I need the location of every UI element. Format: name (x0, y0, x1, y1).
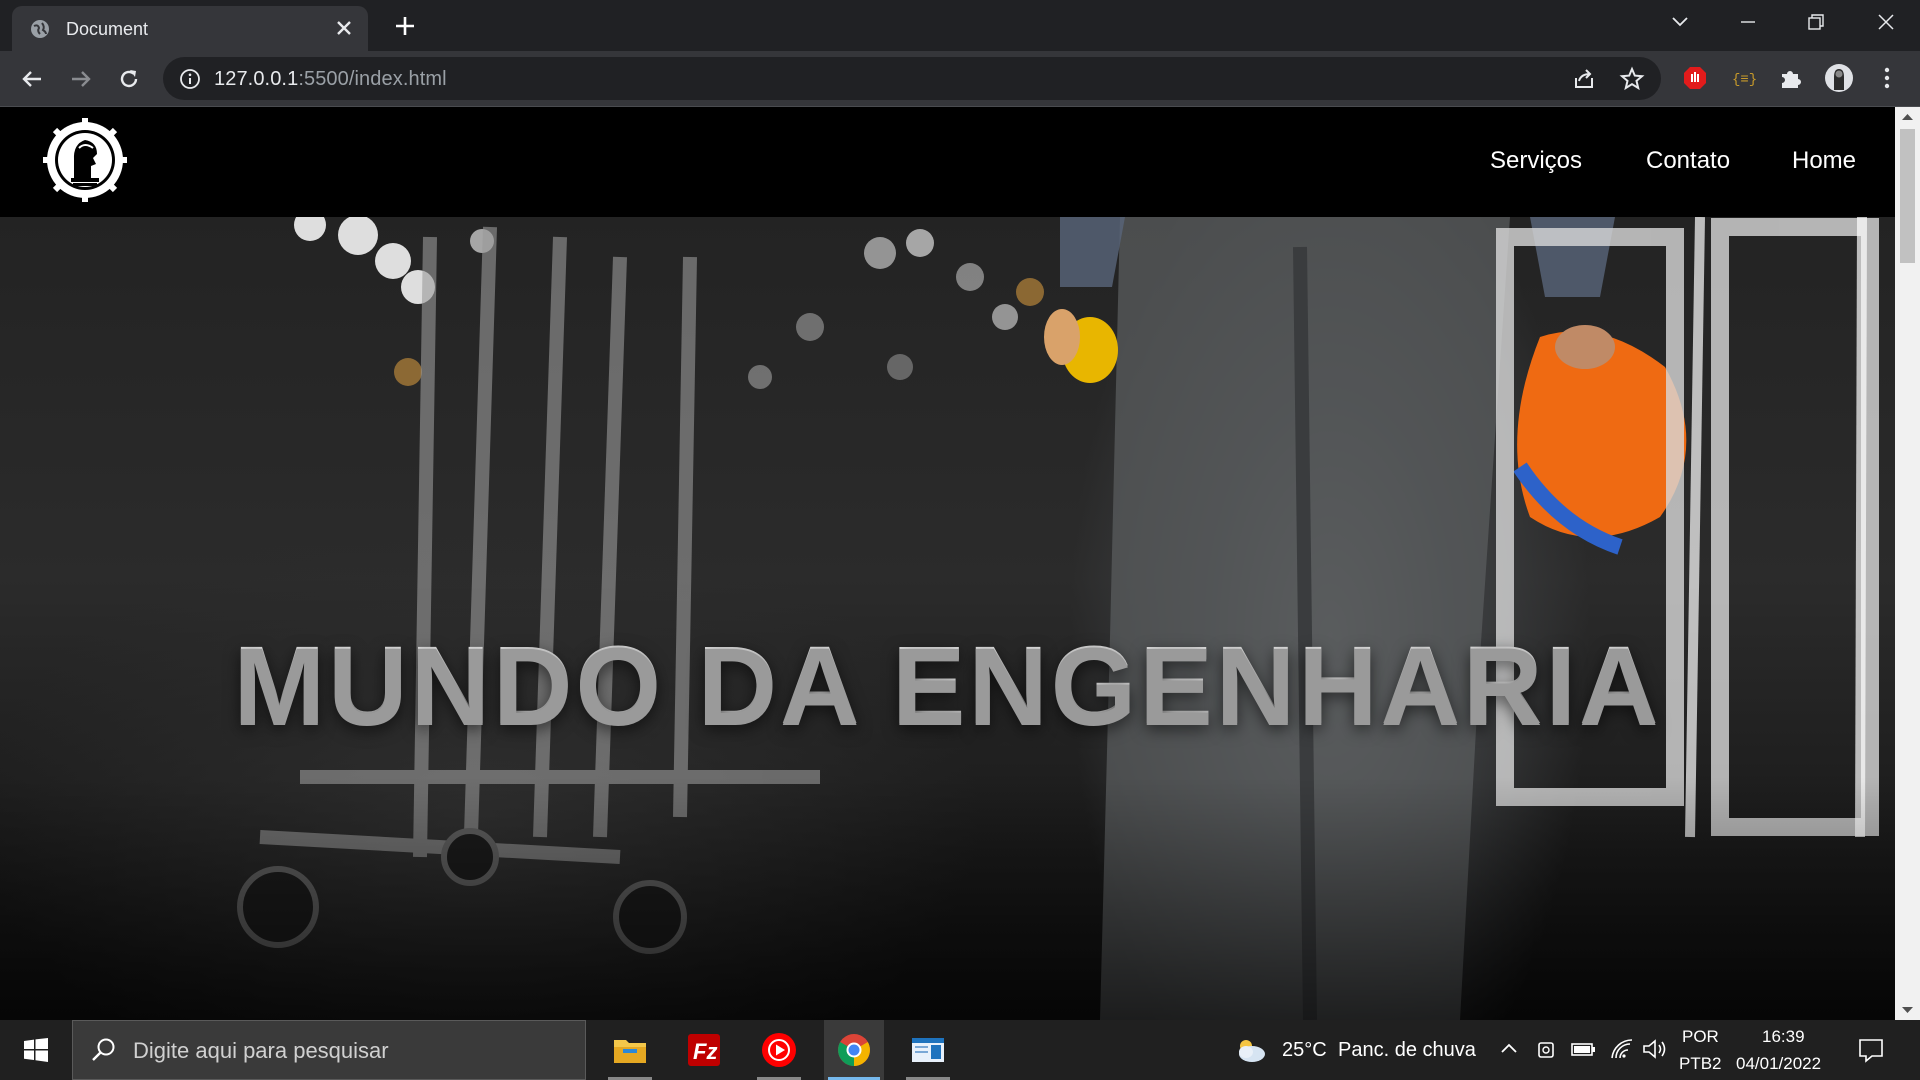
extension-adblock[interactable] (1680, 63, 1710, 93)
keyboard-layout[interactable]: PTB2 (1679, 1054, 1722, 1074)
chrome-icon (838, 1034, 870, 1066)
windows-taskbar: Digite aqui para pesquisar Fz 25°C Panc.… (0, 1020, 1920, 1080)
browser-toolbar: 127.0.0.1:5500/index.html {≡} (0, 51, 1920, 107)
globe-icon (31, 20, 49, 38)
tab-title: Document (66, 19, 149, 39)
forward-button[interactable] (66, 64, 96, 94)
windows-logo-icon (24, 1038, 48, 1062)
arrow-left-icon (22, 71, 41, 87)
notification-icon[interactable] (1858, 1037, 1884, 1063)
site-header: Serviços Contato Home (0, 107, 1895, 217)
minimize-icon (1741, 21, 1755, 23)
taskbar-search[interactable]: Digite aqui para pesquisar (72, 1020, 586, 1080)
window-app-icon (912, 1038, 944, 1062)
wifi-icon[interactable] (1610, 1038, 1634, 1060)
camera-icon[interactable] (1536, 1038, 1556, 1062)
svg-text:{≡}: {≡} (1732, 72, 1756, 88)
taskbar-app-window[interactable] (898, 1020, 958, 1080)
tab-search-button[interactable] (1650, 0, 1710, 44)
page-scrollbar[interactable] (1895, 107, 1920, 1020)
weather-cloud-icon[interactable] (1234, 1036, 1268, 1064)
scrollbar-thumb[interactable] (1900, 129, 1915, 263)
reload-icon (120, 70, 138, 88)
search-icon (92, 1038, 115, 1061)
tab-document[interactable]: Document (12, 6, 368, 51)
nav-link-contato[interactable]: Contato (1646, 147, 1730, 175)
info-icon[interactable] (179, 68, 201, 90)
close-window-button[interactable] (1856, 0, 1916, 44)
taskbar-chrome[interactable] (824, 1020, 884, 1080)
search-placeholder: Digite aqui para pesquisar (133, 1038, 389, 1063)
volume-icon[interactable] (1642, 1038, 1668, 1060)
play-circle-icon (762, 1033, 796, 1067)
share-icon[interactable] (1571, 66, 1597, 92)
scroll-up-icon[interactable] (1902, 113, 1913, 121)
weather-temperature[interactable]: 25°C (1282, 1039, 1327, 1062)
folder-icon (614, 1040, 646, 1063)
start-button[interactable] (0, 1020, 72, 1080)
new-tab-icon[interactable] (392, 13, 418, 39)
puzzle-icon (1782, 71, 1801, 88)
browser-menu-button[interactable] (1872, 63, 1902, 93)
hero-title: MUNDO DA ENGENHARIA (0, 622, 1895, 749)
avatar (1825, 64, 1853, 92)
profile-button[interactable] (1824, 63, 1854, 93)
scroll-down-icon[interactable] (1902, 1006, 1913, 1014)
arrow-right-icon (72, 71, 91, 87)
svg-text:Fz: Fz (693, 1039, 717, 1064)
taskbar-file-explorer[interactable] (600, 1020, 660, 1080)
clock-time[interactable]: 16:39 (1762, 1027, 1805, 1047)
restore-button[interactable] (1786, 0, 1846, 44)
minimize-button[interactable] (1718, 0, 1778, 44)
extension-json[interactable]: {≡} (1728, 63, 1758, 93)
weather-description[interactable]: Panc. de chuva (1338, 1039, 1476, 1062)
hero-banner: MUNDO DA ENGENHARIA (0, 217, 1895, 1020)
close-tab-icon[interactable] (332, 16, 356, 40)
engineering-crest-logo[interactable] (43, 118, 127, 202)
filezilla-icon: Fz (688, 1034, 720, 1066)
extensions-button[interactable] (1776, 63, 1806, 93)
reload-button[interactable] (114, 64, 144, 94)
battery-icon[interactable] (1570, 1040, 1596, 1058)
chevron-down-icon (1672, 17, 1688, 27)
taskbar-youtube-music[interactable] (749, 1020, 809, 1080)
nav-link-servicos[interactable]: Serviços (1490, 147, 1582, 175)
braces-icon: {≡} (1732, 72, 1756, 88)
tab-strip: Document (0, 0, 1920, 51)
url-host: 127.0.0.1 (214, 68, 299, 90)
hero-background-image (0, 217, 1895, 1020)
close-icon (1878, 14, 1894, 30)
url-path: :5500/index.html (298, 68, 447, 90)
clock-date[interactable]: 04/01/2022 (1736, 1054, 1821, 1074)
input-language[interactable]: POR (1682, 1027, 1719, 1047)
chevron-up-icon[interactable] (1500, 1042, 1518, 1054)
restore-icon (1808, 14, 1824, 30)
nav-link-home[interactable]: Home (1792, 147, 1856, 175)
more-vertical-icon (1884, 67, 1890, 89)
taskbar-filezilla[interactable]: Fz (674, 1020, 734, 1080)
url-text: 127.0.0.1:5500/index.html (214, 68, 447, 91)
address-bar[interactable]: 127.0.0.1:5500/index.html (163, 57, 1661, 100)
back-button[interactable] (17, 64, 47, 94)
bookmark-star-icon[interactable] (1619, 66, 1645, 92)
page-viewport: Serviços Contato Home MUNDO DA ENGENHARI… (0, 107, 1895, 1020)
stop-hand-icon (1684, 67, 1706, 89)
